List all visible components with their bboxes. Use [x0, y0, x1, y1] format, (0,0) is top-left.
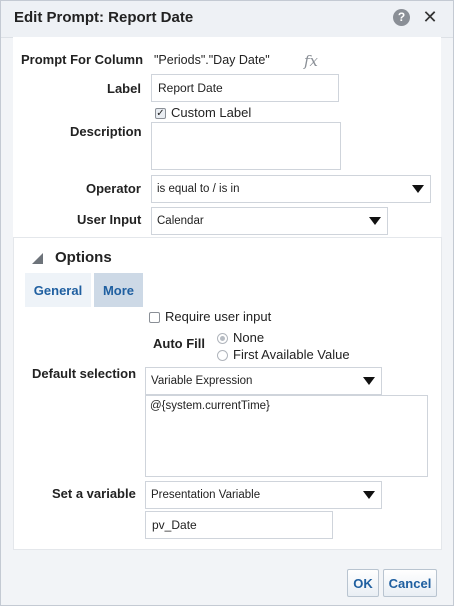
custom-label-checkbox[interactable]: ✓ — [155, 108, 166, 119]
description-field[interactable] — [151, 122, 341, 170]
custom-label-text: Custom Label — [171, 105, 252, 120]
chevron-down-icon — [363, 491, 375, 499]
label-label: Label — [107, 81, 141, 96]
user-input-label: User Input — [77, 212, 142, 227]
user-input-select[interactable]: Calendar — [151, 207, 388, 235]
auto-fill-label: Auto Fill — [153, 336, 205, 351]
label-field[interactable]: Report Date — [151, 74, 339, 102]
help-icon[interactable]: ? — [393, 9, 410, 26]
tab-more[interactable]: More — [94, 273, 143, 307]
ok-button[interactable]: OK — [347, 569, 379, 597]
description-label: Description — [70, 124, 142, 139]
auto-fill-first-available-radio[interactable] — [217, 350, 228, 361]
require-user-input-text: Require user input — [165, 309, 272, 324]
close-icon[interactable]: ✕ — [421, 7, 439, 27]
tab-general[interactable]: General — [25, 273, 91, 307]
options-header[interactable]: Options — [13, 247, 213, 271]
dialog-title: Edit Prompt: Report Date — [14, 9, 194, 26]
options-title: Options — [55, 249, 112, 266]
edit-prompt-dialog: Edit Prompt: Report Date ? ✕ Prompt For … — [0, 0, 454, 606]
auto-fill-none-label: None — [233, 330, 265, 345]
auto-fill-none-radio[interactable] — [217, 333, 228, 344]
variable-name-field[interactable]: pv_Date — [145, 511, 333, 539]
fx-icon[interactable]: fx — [304, 52, 318, 70]
user-input-value: Calendar — [157, 215, 204, 227]
default-expression-field[interactable]: @{system.currentTime} — [145, 395, 428, 477]
set-variable-select[interactable]: Presentation Variable — [145, 481, 382, 509]
prompt-for-column-value: "Periods"."Day Date" — [154, 53, 270, 67]
operator-label: Operator — [86, 181, 141, 196]
prompt-for-column-label: Prompt For Column — [21, 52, 144, 67]
default-selection-label: Default selection — [32, 366, 137, 381]
set-variable-value: Presentation Variable — [151, 489, 261, 501]
operator-select[interactable]: is equal to / is in — [151, 175, 431, 203]
auto-fill-first-available-label: First Available Value — [233, 347, 350, 362]
cancel-button[interactable]: Cancel — [383, 569, 437, 597]
operator-value: is equal to / is in — [157, 183, 240, 195]
chevron-down-icon — [412, 185, 424, 193]
chevron-down-icon — [369, 217, 381, 225]
chevron-down-icon — [363, 377, 375, 385]
set-variable-label: Set a variable — [52, 486, 136, 501]
collapse-triangle-icon[interactable] — [32, 253, 43, 264]
require-user-input-checkbox[interactable] — [149, 312, 160, 323]
dialog-titlebar: Edit Prompt: Report Date ? ✕ — [1, 1, 453, 38]
default-selection-value: Variable Expression — [151, 375, 253, 387]
default-selection-select[interactable]: Variable Expression — [145, 367, 382, 395]
